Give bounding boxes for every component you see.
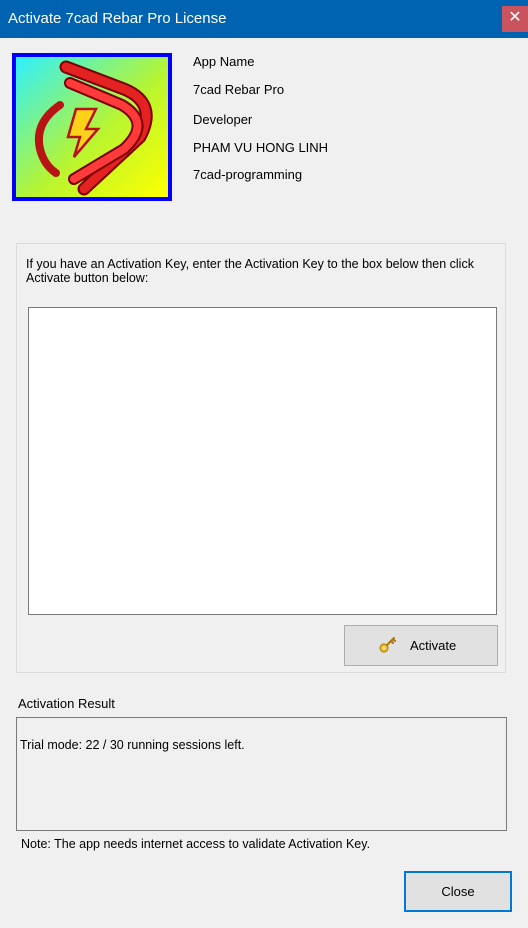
activate-button-label: Activate <box>410 638 457 653</box>
title-bar: Activate 7cad Rebar Pro License ✕ <box>0 0 528 38</box>
organization-value: 7cad-programming <box>193 167 303 182</box>
activation-result-text: Trial mode: 22 / 30 running sessions lef… <box>20 738 245 752</box>
developer-label: Developer <box>193 112 253 127</box>
activate-button[interactable]: Activate <box>344 625 498 666</box>
activation-result-box <box>16 717 507 831</box>
app-logo <box>12 53 172 201</box>
window-close-button[interactable]: ✕ <box>502 6 528 32</box>
activation-instructions: If you have an Activation Key, enter the… <box>26 257 474 285</box>
window-title: Activate 7cad Rebar Pro License <box>8 10 227 27</box>
app-name-label: App Name <box>193 54 255 69</box>
app-name-value: 7cad Rebar Pro <box>193 82 285 97</box>
internet-note: Note: The app needs internet access to v… <box>21 837 371 851</box>
activation-key-input[interactable] <box>28 307 497 615</box>
key-icon <box>379 636 397 657</box>
close-icon: ✕ <box>508 9 522 26</box>
activation-result-label: Activation Result <box>18 696 115 711</box>
developer-value: PHAM VU HONG LINH <box>193 140 329 155</box>
close-button[interactable]: Close <box>404 871 512 912</box>
